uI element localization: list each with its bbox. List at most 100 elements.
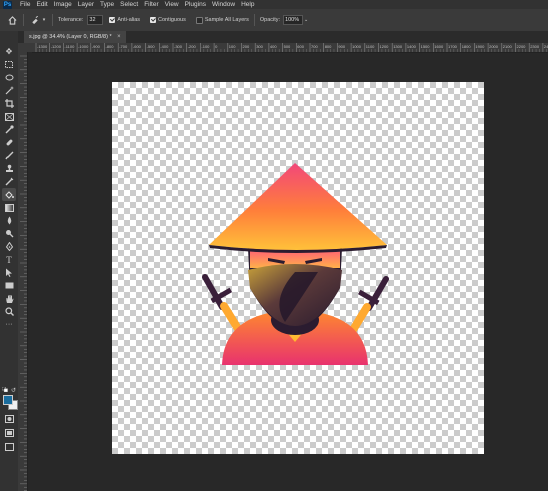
swap-colors-icon[interactable]: ↺	[11, 387, 16, 394]
menu-help[interactable]: Help	[241, 0, 254, 9]
ninja-artwork	[202, 163, 389, 365]
ruler-label: 1800	[462, 44, 472, 49]
options-separator	[23, 14, 24, 26]
menu-plugins[interactable]: Plugins	[185, 0, 206, 9]
ruler-horizontal: -1300 -1200 -1100 -1000 -900 -800 -700 -600 -500…	[32, 43, 548, 53]
paint-bucket-icon[interactable]	[2, 188, 16, 201]
close-icon[interactable]: ×	[117, 34, 121, 40]
menu-file[interactable]: File	[20, 0, 30, 9]
ruler-label: -700	[119, 44, 128, 49]
crop-icon[interactable]	[2, 97, 16, 110]
ruler-label: 0	[215, 44, 218, 49]
blur-icon[interactable]	[2, 214, 16, 227]
history-brush-icon[interactable]	[2, 175, 16, 188]
anti-alias-checkbox[interactable]: Anti-alias	[109, 17, 140, 23]
quick-mask-icon[interactable]	[2, 412, 16, 425]
eyedropper-icon[interactable]	[2, 123, 16, 136]
options-separator	[253, 14, 255, 26]
stamp-icon[interactable]	[2, 162, 16, 175]
menu-window[interactable]: Window	[212, 0, 235, 9]
opacity-input[interactable]: 100%	[283, 15, 304, 25]
ruler-label: 800	[325, 44, 332, 49]
checkbox-unchecked-icon	[195, 16, 203, 24]
ruler-label: -300	[174, 44, 183, 49]
foreground-color-swatch[interactable]	[3, 395, 13, 405]
marquee-icon[interactable]	[2, 58, 16, 71]
ruler-label: 100	[229, 44, 236, 49]
ruler-label: 1700	[448, 44, 458, 49]
more-icon[interactable]: ···	[2, 318, 16, 331]
options-bar: ▾ Tolerance: 32 Anti-alias Contiguous Sa…	[0, 9, 548, 32]
magic-wand-icon[interactable]	[2, 84, 16, 97]
screen-mode-icon[interactable]	[2, 426, 16, 439]
contiguous-checkbox[interactable]: Contiguous	[150, 17, 186, 23]
chevron-down-icon[interactable]: ▾	[41, 14, 47, 26]
ruler-label: -500	[147, 44, 156, 49]
chevron-down-icon[interactable]: ⌄	[303, 14, 309, 26]
healing-icon[interactable]	[2, 136, 16, 149]
ruler-label: 1900	[475, 44, 485, 49]
dodge-icon[interactable]	[2, 227, 16, 240]
tolerance-input[interactable]: 32	[87, 15, 104, 25]
ruler-label: 1400	[407, 44, 417, 49]
home-icon[interactable]	[6, 14, 18, 26]
ruler-label: 900	[338, 44, 345, 49]
ruler-label: -1300	[37, 44, 48, 49]
menu-edit[interactable]: Edit	[36, 0, 47, 9]
tolerance-label: Tolerance:	[58, 17, 84, 23]
default-colors-icon[interactable]	[2, 387, 8, 392]
ruler-label: 300	[256, 44, 263, 49]
ruler-label: -1100	[64, 44, 75, 49]
ruler-label: 2200	[517, 44, 527, 49]
hand-icon[interactable]	[2, 292, 16, 305]
ruler-corner	[18, 43, 32, 52]
path-select-icon[interactable]	[2, 266, 16, 279]
contiguous-label: Contiguous	[158, 17, 186, 23]
ninja-hat	[209, 163, 387, 250]
menu-filter[interactable]: Filter	[144, 0, 158, 9]
tools-panel: ✥ T ··· ↺	[0, 31, 19, 491]
type-icon[interactable]: T	[2, 253, 16, 266]
document-tab-title: s.jpg @ 34.4% (Layer 0, RGB/8) *	[29, 34, 112, 40]
menu-select[interactable]: Select	[120, 0, 138, 9]
zoom-icon[interactable]	[2, 305, 16, 318]
ruler-label: -1000	[78, 44, 89, 49]
ruler-label: 1000	[352, 44, 362, 49]
tool-preset-icon[interactable]	[29, 14, 41, 26]
menu-type[interactable]: Type	[100, 0, 114, 9]
menu-bar: Ps File Edit Image Layer Type Select Fil…	[0, 0, 548, 9]
brush-icon[interactable]	[2, 149, 16, 162]
sample-all-layers-checkbox[interactable]: Sample All Layers	[195, 16, 249, 24]
checkbox-checked-icon	[150, 17, 157, 23]
options-separator	[52, 14, 53, 26]
document-tab[interactable]: s.jpg @ 34.4% (Layer 0, RGB/8) * ×	[24, 31, 126, 43]
ruler-label: 600	[297, 44, 304, 49]
rectangle-icon[interactable]	[2, 279, 16, 292]
document-tab-bar: s.jpg @ 34.4% (Layer 0, RGB/8) * ×	[18, 31, 548, 43]
ruler-label: 1300	[393, 44, 403, 49]
opacity-label: Opacity:	[259, 17, 281, 23]
move-icon[interactable]: ✥	[2, 45, 16, 58]
ruler-label: 2100	[503, 44, 513, 49]
menu-view[interactable]: View	[165, 0, 179, 9]
ruler-label: 500	[284, 44, 291, 49]
ruler-label: 2300	[530, 44, 540, 49]
ruler-label: 1500	[421, 44, 431, 49]
ruler-label: -1200	[51, 44, 62, 49]
ruler-label: -900	[92, 44, 101, 49]
gradient-icon[interactable]	[2, 201, 16, 214]
pen-icon[interactable]	[2, 240, 16, 253]
menu-image[interactable]: Image	[54, 0, 72, 9]
ruler-label: 200	[243, 44, 250, 49]
edit-toolbar-icon[interactable]	[2, 440, 16, 453]
ruler-label: 1200	[380, 44, 390, 49]
lasso-icon[interactable]	[2, 71, 16, 84]
ruler-label: -800	[106, 44, 115, 49]
ruler-label: 1100	[366, 44, 375, 49]
frame-icon[interactable]	[2, 110, 16, 123]
photoshop-logo[interactable]: Ps	[3, 0, 12, 9]
ruler-label: -100	[201, 44, 210, 49]
ruler-label: 700	[311, 44, 318, 49]
menu-layer[interactable]: Layer	[78, 0, 94, 9]
ruler-label: 1600	[434, 44, 444, 49]
